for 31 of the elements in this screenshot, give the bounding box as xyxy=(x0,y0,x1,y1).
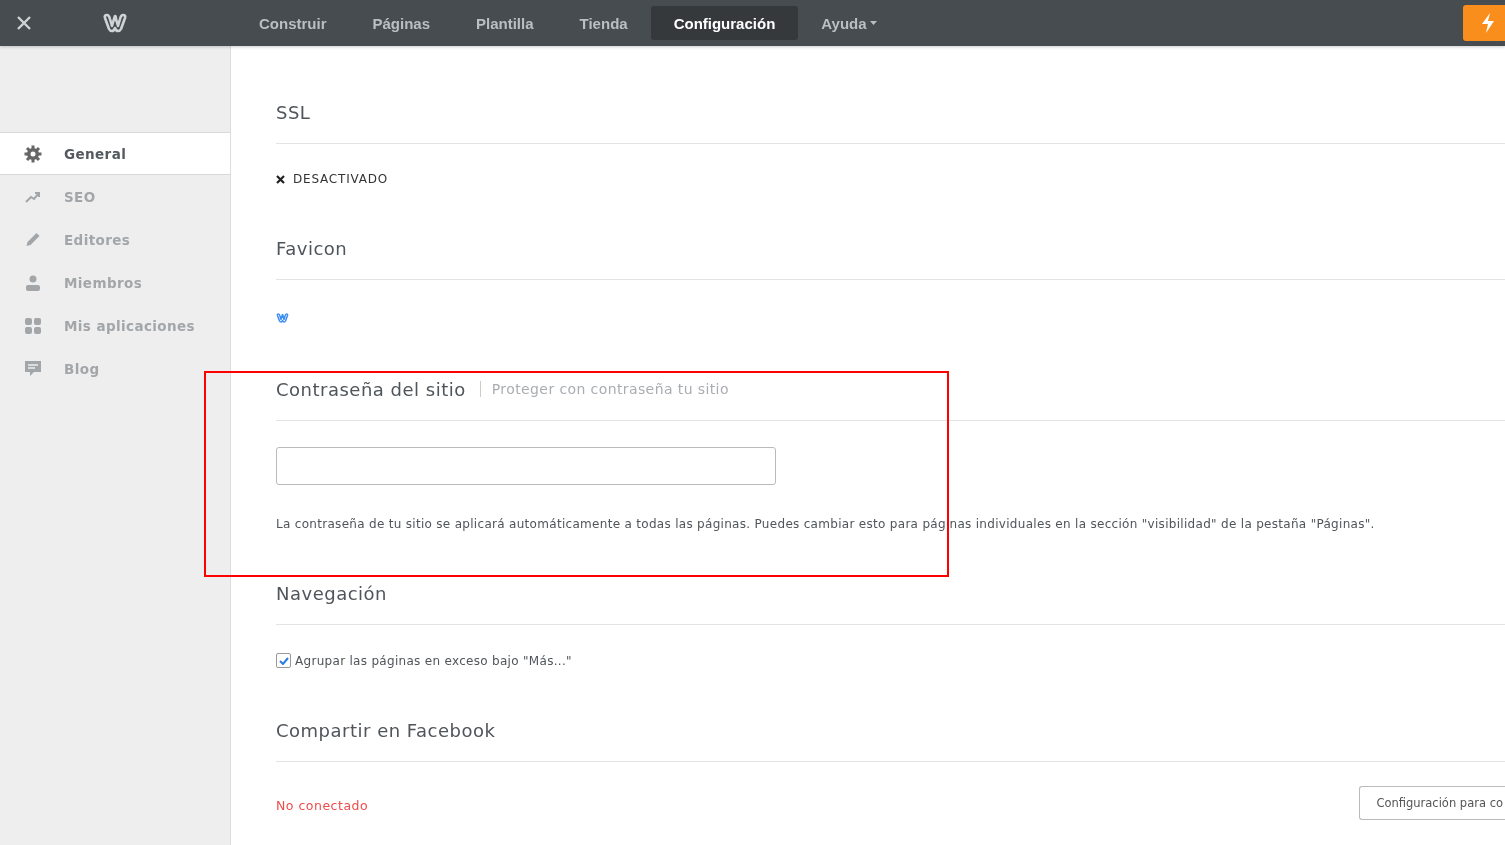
pencil-icon xyxy=(24,232,42,247)
gear-icon xyxy=(24,144,42,163)
nav-tab[interactable]: Plantilla xyxy=(453,6,557,40)
nav-tab[interactable]: Ayuda xyxy=(798,6,900,40)
close-icon[interactable] xyxy=(16,15,32,31)
logo-icon[interactable] xyxy=(102,13,128,33)
section-title: Favicon xyxy=(276,237,348,259)
password-field[interactable] xyxy=(276,447,776,485)
nav-tab[interactable]: Configuración xyxy=(650,6,799,40)
checkbox-label: Agrupar las páginas en exceso bajo "Más..." xyxy=(295,653,572,668)
section-title: Navegación xyxy=(276,582,387,604)
person-icon xyxy=(24,274,42,291)
nav-tab[interactable]: Tienda xyxy=(556,6,651,40)
comment-icon xyxy=(24,360,42,377)
cross-icon xyxy=(276,174,285,184)
trend-icon xyxy=(24,190,42,203)
sidebar-item[interactable]: General xyxy=(0,132,230,175)
connection-status: No conectado xyxy=(276,797,369,813)
nav-tab[interactable]: Páginas xyxy=(349,6,454,40)
checkbox[interactable] xyxy=(276,653,291,668)
upgrade-button[interactable] xyxy=(1463,5,1505,41)
status-text: DESACTIVADO xyxy=(293,172,389,186)
section-subtitle: Proteger con contraseña tu sitio xyxy=(479,381,729,397)
nav-tab[interactable]: Construir xyxy=(236,6,350,40)
apps-icon xyxy=(24,317,42,334)
section-title: Compartir en Facebook xyxy=(276,719,496,741)
section-title: Contraseña del sitio xyxy=(276,378,466,400)
settings-button[interactable]: Configuración para co xyxy=(1359,786,1505,820)
favicon-icon xyxy=(276,313,289,323)
lightning-icon xyxy=(1481,13,1495,33)
section-title: SSL xyxy=(276,101,311,123)
